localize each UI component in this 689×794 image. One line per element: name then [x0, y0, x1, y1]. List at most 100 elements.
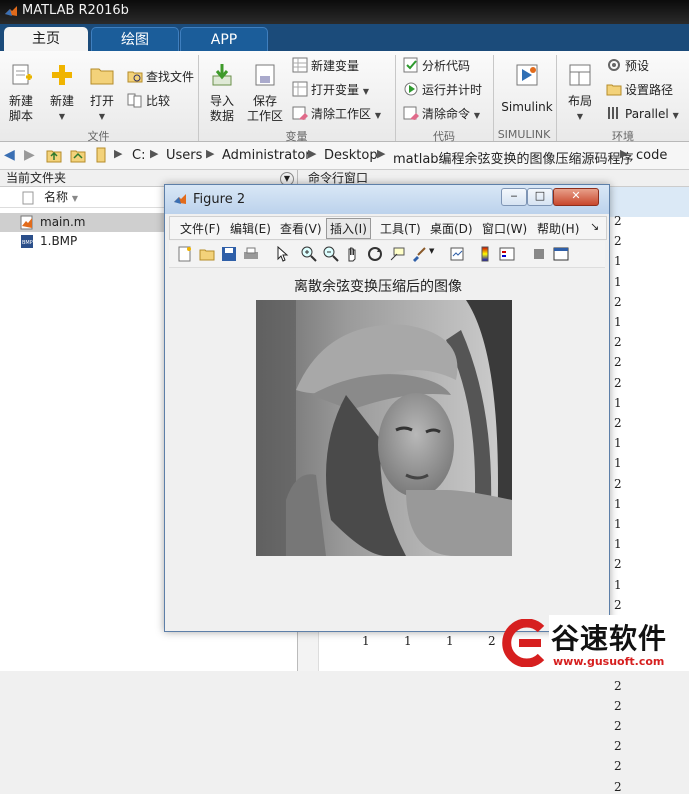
menu-edit[interactable]: 编辑(E) [230, 220, 271, 237]
simulink-button[interactable]: Simulink [500, 58, 554, 115]
new-script-label-2: 脚本 [8, 109, 33, 123]
menu-help[interactable]: 帮助(H) [537, 220, 579, 237]
pointer-icon[interactable] [275, 246, 291, 262]
find-files-button[interactable]: 查找文件 [127, 67, 194, 87]
layout-button[interactable]: 布局 ▼ [562, 58, 598, 124]
show-plot-tools-icon[interactable] [553, 246, 569, 262]
open-label: 打开 [89, 94, 114, 108]
menu-desktop[interactable]: 桌面(D) [430, 220, 473, 237]
chevron-down-icon[interactable]: ▼ [429, 247, 434, 255]
breadcrumb-code[interactable]: code [636, 148, 667, 163]
parallel-button[interactable]: Parallel ▼ [606, 104, 679, 124]
new-variable-button[interactable]: 新建变量 [292, 56, 359, 76]
path-separator-icon: ▶ [308, 147, 317, 160]
command-output-value: 2 [614, 779, 622, 794]
rotate-3d-icon[interactable] [367, 246, 383, 262]
command-output-value: 1 [362, 634, 370, 648]
chevron-down-icon: ▼ [58, 112, 66, 121]
command-output-value: 2 [614, 759, 622, 774]
analyze-code-button[interactable]: 分析代码 [403, 56, 470, 76]
legend-icon[interactable] [499, 246, 515, 262]
breadcrumb-administrator[interactable]: Administrator [222, 148, 311, 163]
import-data-button[interactable]: 导入 数据 [204, 58, 240, 124]
folder-icon [90, 68, 114, 85]
bmp-file-icon: BMP [21, 235, 33, 248]
command-output-value: 2 [614, 678, 622, 693]
gear-icon [608, 59, 620, 71]
menu-window[interactable]: 窗口(W) [482, 220, 527, 237]
clear-workspace-button[interactable]: 清除工作区 ▼ [292, 104, 381, 124]
new-label: 新建 [49, 94, 74, 108]
menu-view[interactable]: 查看(V) [280, 220, 322, 237]
run-time-label: 运行并计时 [422, 83, 483, 97]
forward-arrow-icon[interactable]: ▶ [24, 147, 35, 163]
breadcrumb-c[interactable]: C: [132, 148, 145, 163]
close-button[interactable]: ✕ [553, 188, 599, 206]
open-variable-button[interactable]: 打开变量 ▼ [292, 80, 369, 100]
compare-label: 比较 [146, 94, 171, 108]
breadcrumb-project[interactable]: matlab编程余弦变换的图像压缩源码程序 [393, 148, 634, 167]
new-figure-icon[interactable] [177, 246, 193, 262]
command-output-value: 2 [614, 335, 622, 350]
watermark-url: www.gusuoft.com [553, 655, 665, 668]
new-script-label-1: 新建 [8, 94, 33, 108]
breadcrumb-desktop[interactable]: Desktop [324, 148, 378, 163]
tab-apps[interactable]: APP [180, 27, 268, 52]
parallel-icon [608, 107, 618, 119]
back-arrow-icon[interactable]: ◀ [4, 147, 15, 163]
tab-plots[interactable]: 绘图 [91, 27, 179, 52]
zoom-out-icon[interactable] [323, 246, 339, 262]
zoom-in-icon[interactable] [301, 246, 317, 262]
command-output-value: 2 [614, 214, 622, 228]
command-output-value: 2 [614, 597, 622, 612]
watermark-logo-icon [502, 619, 545, 667]
colorbar-icon[interactable] [477, 246, 493, 262]
set-path-button[interactable]: 设置路径 [606, 80, 673, 100]
clear-commands-button[interactable]: 清除命令 ▼ [403, 104, 480, 124]
compare-icon [127, 93, 142, 108]
menu-overflow-icon[interactable]: ↘ [590, 220, 599, 233]
hide-plot-tools-icon[interactable] [531, 246, 547, 262]
save-icon[interactable] [221, 246, 237, 262]
menu-file[interactable]: 文件(F) [180, 220, 220, 237]
data-cursor-icon[interactable] [389, 246, 405, 262]
compare-button[interactable]: 比较 [127, 91, 170, 111]
new-button[interactable]: 新建 ▼ [44, 58, 80, 124]
brush-icon[interactable] [411, 246, 427, 262]
link-plot-icon[interactable] [449, 246, 465, 262]
plot-title: 离散余弦变换压缩后的图像 [294, 279, 462, 295]
browse-folder-icon[interactable] [70, 148, 86, 163]
minimize-button[interactable]: ‒ [501, 188, 527, 206]
pan-hand-icon[interactable] [345, 246, 361, 262]
matlab-logo-icon [174, 194, 186, 204]
file-name: 1.BMP [40, 234, 78, 248]
new-script-button[interactable]: 新建 脚本 [2, 58, 40, 124]
menu-insert[interactable]: 插入(I) [326, 218, 371, 239]
menu-tools[interactable]: 工具(T) [380, 220, 421, 237]
eraser-icon [292, 106, 308, 120]
set-path-folder-icon [606, 84, 622, 96]
svg-text:BMP: BMP [22, 240, 33, 246]
figure-title-bar[interactable]: Figure 2 ‒ □ ✕ [165, 185, 609, 214]
run-and-time-button[interactable]: 运行并计时 [403, 80, 482, 100]
command-output-value: 1 [614, 436, 622, 451]
blank-file-icon [22, 191, 34, 205]
preferences-button[interactable]: 预设 [606, 56, 649, 76]
open-file-icon[interactable] [199, 246, 215, 262]
figure-window[interactable]: Figure 2 ‒ □ ✕ 文件(F) 编辑(E) 查看(V) 插入(I) 工… [164, 184, 610, 632]
breadcrumb-users[interactable]: Users [166, 148, 202, 163]
up-folder-icon[interactable] [46, 148, 62, 163]
command-output-value: 1 [614, 517, 622, 531]
figure-menubar: 文件(F) 编辑(E) 查看(V) 插入(I) 工具(T) 桌面(D) 窗口(W… [169, 216, 607, 240]
watermark: 谷速软件 www.gusuoft.com [497, 615, 689, 671]
tab-home[interactable]: 主页 [4, 27, 88, 51]
open-button[interactable]: 打开 ▼ [84, 58, 120, 124]
command-output-value: 2 [614, 557, 622, 572]
path-separator-icon: ▶ [377, 147, 386, 160]
save-workspace-button[interactable]: 保存 工作区 [244, 58, 286, 124]
figure-canvas[interactable]: 离散余弦变换压缩后的图像 [169, 269, 605, 627]
print-icon[interactable] [243, 246, 259, 262]
parallel-label: Parallel [625, 107, 669, 121]
maximize-button[interactable]: □ [527, 188, 553, 206]
analyze-check-icon [403, 57, 418, 73]
